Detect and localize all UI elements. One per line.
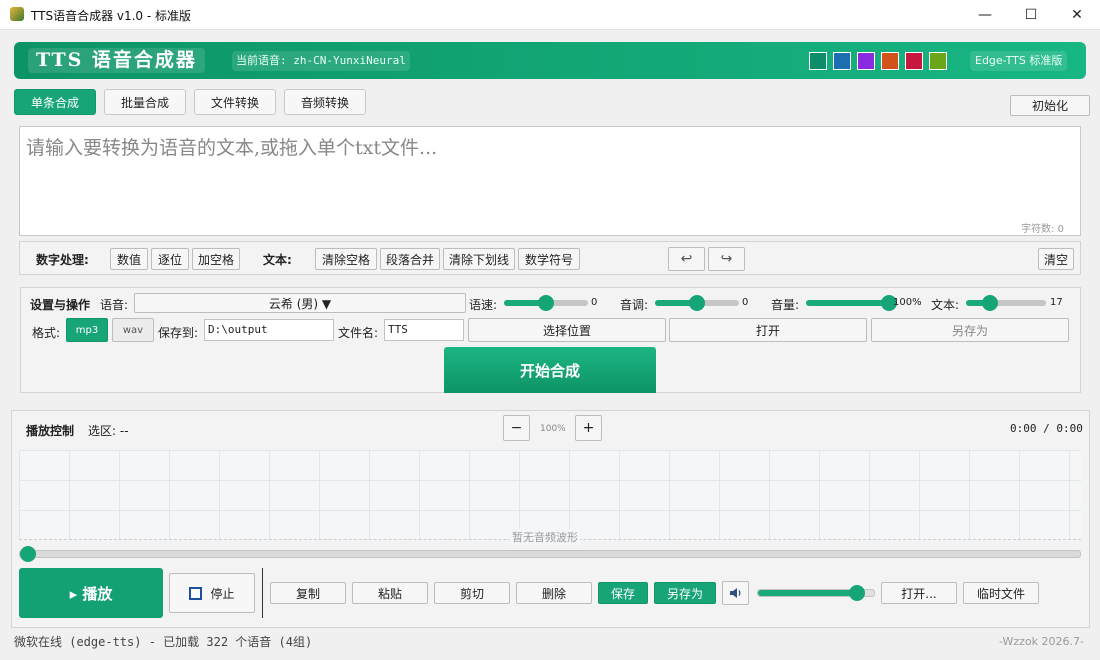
theme-swatch-purple[interactable] (857, 52, 875, 70)
filename-input[interactable]: TTS (384, 319, 464, 341)
playback-progress-knob[interactable] (20, 546, 36, 562)
save-to-label: 保存到: (158, 326, 199, 340)
speaker-button[interactable] (722, 581, 749, 605)
speaker-icon (729, 588, 740, 598)
text-size-value: 17 (1050, 297, 1063, 308)
copy-button[interactable]: 复制 (270, 582, 346, 604)
tab-audio-conversion[interactable]: 音频转换 (284, 89, 366, 115)
filename-label: 文件名: (338, 326, 379, 340)
zoom-out-button[interactable]: − (503, 415, 530, 441)
theme-swatch-blue[interactable] (833, 52, 851, 70)
char-count: 字符数: 0 (1021, 224, 1064, 235)
app-name: TTS 语音合成器 (28, 48, 205, 73)
app-header: TTS 语音合成器 当前语音: zh-CN-YunxiNeural Edge-T… (14, 42, 1086, 79)
author-credit: -Wzzok 2026.7- (998, 635, 1084, 648)
redo-button[interactable]: ↪ (708, 247, 745, 271)
voice-select[interactable]: 云希 (男) ▼ (134, 293, 466, 313)
text-tools-bar: 数字处理: 数值 逐位 加空格 文本: 清除空格 段落合并 清除下划线 数学符号… (19, 241, 1081, 275)
stop-icon (189, 586, 203, 600)
text-size-label: 文本: (931, 298, 960, 312)
close-button[interactable]: ✕ (1054, 0, 1100, 30)
tab-batch-synthesis[interactable]: 批量合成 (104, 89, 186, 115)
number-add-space-button[interactable]: 加空格 (192, 248, 240, 270)
tab-single-synthesis[interactable]: 单条合成 (14, 89, 96, 115)
theme-swatch-green[interactable] (809, 52, 827, 70)
voice-label: 语音: (100, 298, 129, 312)
version-badge: Edge-TTS 标准版 (970, 51, 1068, 71)
player-label: 播放控制 (26, 424, 75, 438)
text-size-slider-knob[interactable] (982, 295, 998, 311)
temp-files-button[interactable]: 临时文件 (963, 582, 1039, 604)
clear-spaces-button[interactable]: 清除空格 (315, 248, 377, 270)
start-synthesis-button[interactable]: 开始合成 (444, 347, 656, 393)
choose-location-button[interactable]: 选择位置 (468, 318, 666, 342)
format-wav-button[interactable]: wav (112, 318, 154, 342)
volume-value: 100% (893, 297, 922, 308)
delete-button[interactable]: 删除 (516, 582, 592, 604)
current-voice: 当前语音: zh-CN-YunxiNeural (232, 51, 410, 71)
pitch-label: 音调: (620, 298, 649, 312)
maximize-button[interactable]: ☐ (1008, 0, 1054, 30)
rate-slider[interactable] (504, 295, 588, 311)
init-button[interactable]: 初始化 (1010, 95, 1090, 116)
theme-swatch-lime[interactable] (929, 52, 947, 70)
time-readout: 0:00 / 0:00 (1010, 422, 1083, 435)
minimize-button[interactable]: — (962, 0, 1008, 30)
status-text: 微软在线 (edge-tts) - 已加载 322 个语音 (4组) (14, 635, 313, 649)
number-value-button[interactable]: 数值 (110, 248, 148, 270)
format-mp3-button[interactable]: mp3 (66, 318, 108, 342)
player-volume-knob[interactable] (848, 585, 865, 601)
no-waveform-label: 暂无音频波形 (510, 529, 580, 545)
stop-button[interactable]: 停止 (169, 573, 255, 613)
cut-button[interactable]: 剪切 (434, 582, 510, 604)
pitch-slider[interactable] (655, 295, 739, 311)
title-bar: TTS语音合成器 v1.0 - 标准版 — ☐ ✕ (0, 0, 1100, 30)
text-input-placeholder: 请输入要转换为语音的文本,或拖入单个txt文件... (26, 137, 438, 159)
clear-button[interactable]: 清空 (1038, 248, 1074, 270)
volume-slider[interactable] (806, 295, 897, 311)
rate-label: 语速: (469, 298, 498, 312)
stop-label: 停止 (210, 586, 235, 601)
waveform-area[interactable] (19, 450, 1081, 540)
clear-underscores-button[interactable]: 清除下划线 (443, 248, 515, 270)
undo-button[interactable]: ↩ (668, 247, 705, 271)
save-path-input[interactable]: D:\output (204, 319, 334, 341)
number-processing-label: 数字处理: (36, 253, 89, 267)
volume-label: 音量: (771, 298, 800, 312)
merge-paragraphs-button[interactable]: 段落合并 (380, 248, 440, 270)
app-icon (10, 7, 24, 21)
text-input[interactable]: 请输入要转换为语音的文本,或拖入单个txt文件... 字符数: 0 (19, 126, 1081, 236)
theme-swatch-red[interactable] (905, 52, 923, 70)
open-folder-button[interactable]: 打开 (669, 318, 867, 342)
save-as-button[interactable]: 另存为 (654, 582, 716, 604)
zoom-in-button[interactable]: + (575, 415, 602, 441)
text-label: 文本: (263, 253, 292, 267)
selection-readout: 选区: -- (88, 424, 129, 438)
text-size-slider[interactable] (966, 295, 1046, 311)
zoom-level: 100% (540, 424, 566, 434)
save-as-button-settings[interactable]: 另存为 (871, 318, 1069, 342)
settings-section-label: 设置与操作 (30, 298, 91, 312)
save-button[interactable]: 保存 (598, 582, 648, 604)
format-label: 格式: (32, 326, 61, 340)
open-file-button[interactable]: 打开... (881, 582, 957, 604)
rate-slider-knob[interactable] (538, 295, 554, 311)
pitch-slider-knob[interactable] (689, 295, 705, 311)
pitch-value: 0 (742, 297, 749, 308)
player-volume-slider[interactable] (757, 585, 875, 601)
window-title: TTS语音合成器 v1.0 - 标准版 (31, 9, 192, 23)
theme-swatch-orange[interactable] (881, 52, 899, 70)
playback-progress-slider[interactable] (19, 546, 1081, 562)
tab-file-conversion[interactable]: 文件转换 (194, 89, 276, 115)
math-symbols-button[interactable]: 数学符号 (518, 248, 580, 270)
paste-button[interactable]: 粘贴 (352, 582, 428, 604)
number-digit-button[interactable]: 逐位 (151, 248, 189, 270)
toolbar-divider (262, 568, 263, 618)
rate-value: 0 (591, 297, 598, 308)
play-button[interactable]: ▸ 播放 (19, 568, 163, 618)
